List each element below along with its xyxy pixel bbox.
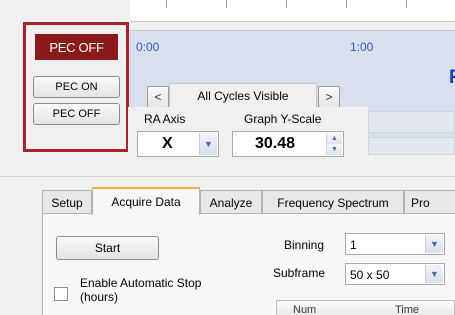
subframe-select[interactable]: 50 x 50 ▼ xyxy=(345,263,445,285)
graph-tick xyxy=(346,0,347,8)
auto-stop-checkbox[interactable] xyxy=(54,287,68,301)
chevron-down-icon[interactable]: ▼ xyxy=(425,235,443,253)
chevron-left-icon: < xyxy=(154,90,162,104)
binning-label: Binning xyxy=(284,238,325,252)
chevron-down-icon[interactable]: ▼ xyxy=(199,133,217,155)
prev-cycle-button[interactable]: < xyxy=(147,86,169,108)
auto-stop-label: Enable Automatic Stop (hours) xyxy=(80,276,202,304)
pec-off-button[interactable]: PEC OFF xyxy=(33,103,120,125)
tab-setup[interactable]: Setup xyxy=(42,190,92,214)
time-label-start: 0:00 xyxy=(136,40,160,54)
tab-frequency-spectrum[interactable]: Frequency Spectrum xyxy=(262,190,404,214)
pec-panel: PEC OFF PEC ON PEC OFF xyxy=(23,22,129,152)
ra-axis-select[interactable]: X ▼ xyxy=(137,131,219,157)
graph-tick xyxy=(166,0,167,8)
subframe-label: Subframe xyxy=(273,266,326,280)
data-grid-header: Num Time xyxy=(276,300,455,315)
binning-value: 1 xyxy=(350,238,357,252)
graph-tick xyxy=(226,0,227,8)
pec-status-indicator: PEC OFF xyxy=(35,34,118,60)
spin-up-icon[interactable]: ▲ xyxy=(326,133,342,144)
column-header-time[interactable]: Time xyxy=(395,304,419,315)
start-button[interactable]: Start xyxy=(56,236,159,260)
chevron-right-icon: > xyxy=(325,90,333,104)
time-label-1min: 1:00 xyxy=(350,40,374,54)
graph-top-area xyxy=(130,0,455,22)
binning-select[interactable]: 1 ▼ xyxy=(345,233,445,255)
tab-analyze[interactable]: Analyze xyxy=(200,190,262,214)
graph-tick xyxy=(286,0,287,8)
faint-field xyxy=(368,137,455,155)
graph-y-scale-spinner[interactable]: 30.48 ▲ ▼ xyxy=(232,131,344,157)
spin-down-icon[interactable]: ▼ xyxy=(326,144,342,155)
tab-pro[interactable]: Pro xyxy=(404,190,455,214)
ra-axis-value: X xyxy=(162,135,173,152)
column-header-num[interactable]: Num xyxy=(293,304,316,315)
truncated-title: F xyxy=(449,67,455,88)
graph-y-scale-label: Graph Y-Scale xyxy=(244,112,322,126)
section-divider xyxy=(0,176,455,177)
subframe-value: 50 x 50 xyxy=(350,268,390,282)
all-cycles-visible-label[interactable]: All Cycles Visible xyxy=(169,83,317,107)
tab-acquire-data[interactable]: Acquire Data xyxy=(92,187,200,215)
next-cycle-button[interactable]: > xyxy=(318,86,340,108)
pec-on-button[interactable]: PEC ON xyxy=(33,76,120,98)
faint-field xyxy=(368,111,455,133)
graph-tick xyxy=(406,0,407,8)
ra-axis-label: RA Axis xyxy=(144,112,186,126)
chevron-down-icon[interactable]: ▼ xyxy=(425,265,443,283)
graph-y-scale-value: 30.48 xyxy=(255,135,296,152)
